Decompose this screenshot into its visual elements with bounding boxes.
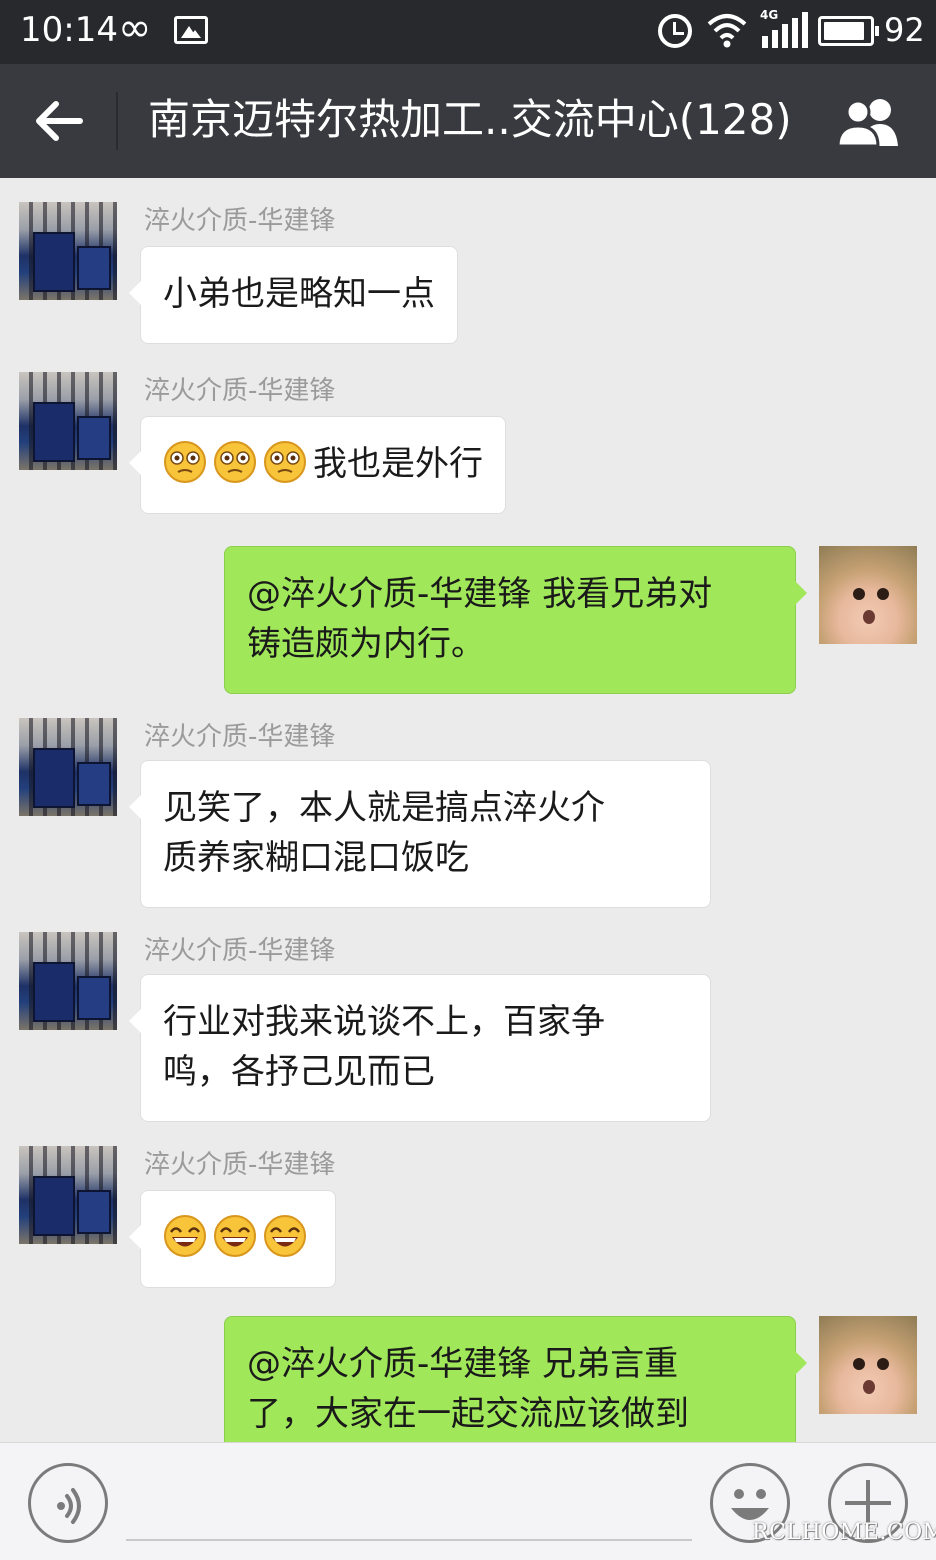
message-text: 我也是外行 <box>313 444 483 484</box>
message-bubble[interactable]: 小弟也是略知一点 <box>129 246 458 344</box>
alarm-icon <box>658 14 692 48</box>
sender-name: 淬火介质-华建锋 <box>144 206 336 236</box>
message-text: 见笑了，本人就是搞点淬火介 质养家糊口混口饭吃 <box>163 788 605 878</box>
message-incoming: 淬火介质-华建锋 行业对我来说谈不上，百家争 鸣，各抒己见而已 <box>0 908 936 1122</box>
dazed-face-emoji <box>264 440 306 483</box>
message-outgoing: @淬火介质-华建锋 我看兄弟对 铸造颇为内行。 <box>0 524 936 694</box>
sender-name: 淬火介质-华建锋 <box>144 376 336 406</box>
signal-icon <box>762 12 808 48</box>
header-divider <box>116 92 118 150</box>
message-incoming: 淬火介质-华建锋 <box>0 1122 936 1292</box>
gallery-icon <box>174 16 208 44</box>
message-bubble[interactable] <box>129 1190 336 1288</box>
message-text: 行业对我来说谈不上，百家争 鸣，各抒己见而已 <box>163 1002 605 1092</box>
voice-icon <box>57 1488 81 1524</box>
message-outgoing: @淬火介质-华建锋 兄弟言重 了，大家在一起交流应该做到 <box>0 1292 936 1442</box>
clock-time: 10:14 <box>20 10 118 50</box>
sender-avatar[interactable] <box>19 932 117 1030</box>
battery-percentage: 92 <box>884 11 925 49</box>
message-bubble[interactable]: 见笑了，本人就是搞点淬火介 质养家糊口混口饭吃 <box>129 760 711 908</box>
message-text: 小弟也是略知一点 <box>163 274 435 314</box>
my-avatar[interactable] <box>819 546 917 644</box>
sender-name: 淬火介质-华建锋 <box>144 722 336 752</box>
message-bubble[interactable]: 行业对我来说谈不上，百家争 鸣，各抒己见而已 <box>129 974 711 1122</box>
emoji-group <box>163 1214 313 1258</box>
sender-avatar[interactable] <box>19 202 117 300</box>
sender-avatar[interactable] <box>19 1146 117 1244</box>
arrow-left-icon[interactable] <box>30 94 86 148</box>
battery-fill <box>824 22 865 40</box>
status-bar: 10:14 ∞ 4G 92 <box>0 0 936 64</box>
dazed-face-emoji <box>214 440 256 483</box>
message-incoming: 淬火介质-华建锋 见笑了，本人就是搞点淬火介 质养家糊口混口饭吃 <box>0 694 936 908</box>
infinity-icon: ∞ <box>118 5 152 51</box>
chat-header: 南京迈特尔热加工..交流中心(128) <box>0 64 936 178</box>
sender-avatar[interactable] <box>19 372 117 470</box>
group-members-icon[interactable] <box>834 96 906 148</box>
dazed-face-emoji <box>164 440 206 483</box>
sender-avatar[interactable] <box>19 718 117 816</box>
grinning-face-emoji <box>164 1214 206 1257</box>
wifi-icon <box>707 14 747 48</box>
message-text: @淬火介质-华建锋 兄弟言重 了，大家在一起交流应该做到 <box>247 1344 689 1434</box>
message-text: @淬火介质-华建锋 我看兄弟对 铸造颇为内行。 <box>247 574 713 664</box>
grinning-face-emoji <box>214 1214 256 1257</box>
message-bubble[interactable]: @淬火介质-华建锋 我看兄弟对 铸造颇为内行。 <box>224 546 807 694</box>
message-bubble[interactable]: @淬火介质-华建锋 兄弟言重 了，大家在一起交流应该做到 <box>224 1316 807 1442</box>
message-bubble[interactable]: 我也是外行 <box>129 416 506 514</box>
sender-name: 淬火介质-华建锋 <box>144 1150 336 1180</box>
watermark: RCLHOME.COM <box>752 1520 936 1545</box>
message-incoming: 淬火介质-华建锋 小弟也是略知一点 <box>0 178 936 348</box>
message-list[interactable]: 淬火介质-华建锋 小弟也是略知一点 淬火介质-华建锋 我也是外行 @淬火介质-华… <box>0 178 936 1442</box>
voice-button[interactable] <box>28 1463 108 1543</box>
my-avatar[interactable] <box>819 1316 917 1414</box>
chat-title: 南京迈特尔热加工..交流中心(128) <box>148 95 792 144</box>
battery-icon <box>818 16 879 46</box>
emoji-group <box>163 440 313 484</box>
message-input[interactable] <box>126 1471 692 1541</box>
sender-name: 淬火介质-华建锋 <box>144 936 336 966</box>
message-incoming: 淬火介质-华建锋 我也是外行 <box>0 348 936 524</box>
grinning-face-emoji <box>264 1214 306 1257</box>
